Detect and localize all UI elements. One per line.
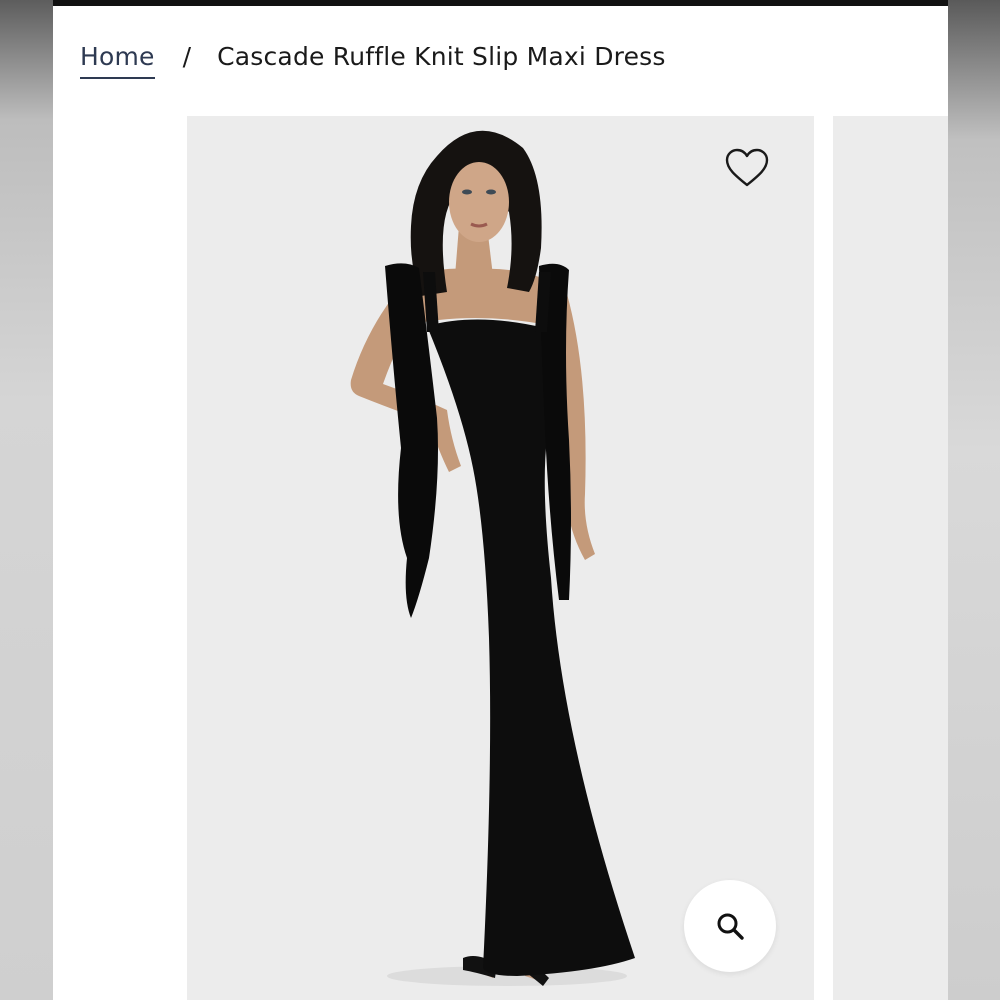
breadcrumb-current-page: Cascade Ruffle Knit Slip Maxi Dress (217, 42, 666, 71)
product-photo (350, 130, 635, 986)
top-bar (53, 0, 948, 6)
photo-frame-left (0, 0, 53, 1000)
photo-frame-right (948, 0, 1000, 1000)
breadcrumb-home-link[interactable]: Home (80, 42, 155, 79)
breadcrumb: Home / Cascade Ruffle Knit Slip Maxi Dre… (80, 42, 666, 86)
product-gallery-next-slide[interactable] (833, 116, 948, 1000)
product-gallery-main-slide[interactable] (187, 116, 814, 1000)
breadcrumb-separator: / (182, 42, 192, 71)
product-page: Home / Cascade Ruffle Knit Slip Maxi Dre… (53, 0, 948, 1000)
zoom-button[interactable] (684, 880, 776, 972)
search-icon (717, 913, 744, 940)
wishlist-button[interactable] (723, 146, 771, 190)
heart-outline-icon (725, 148, 769, 187)
